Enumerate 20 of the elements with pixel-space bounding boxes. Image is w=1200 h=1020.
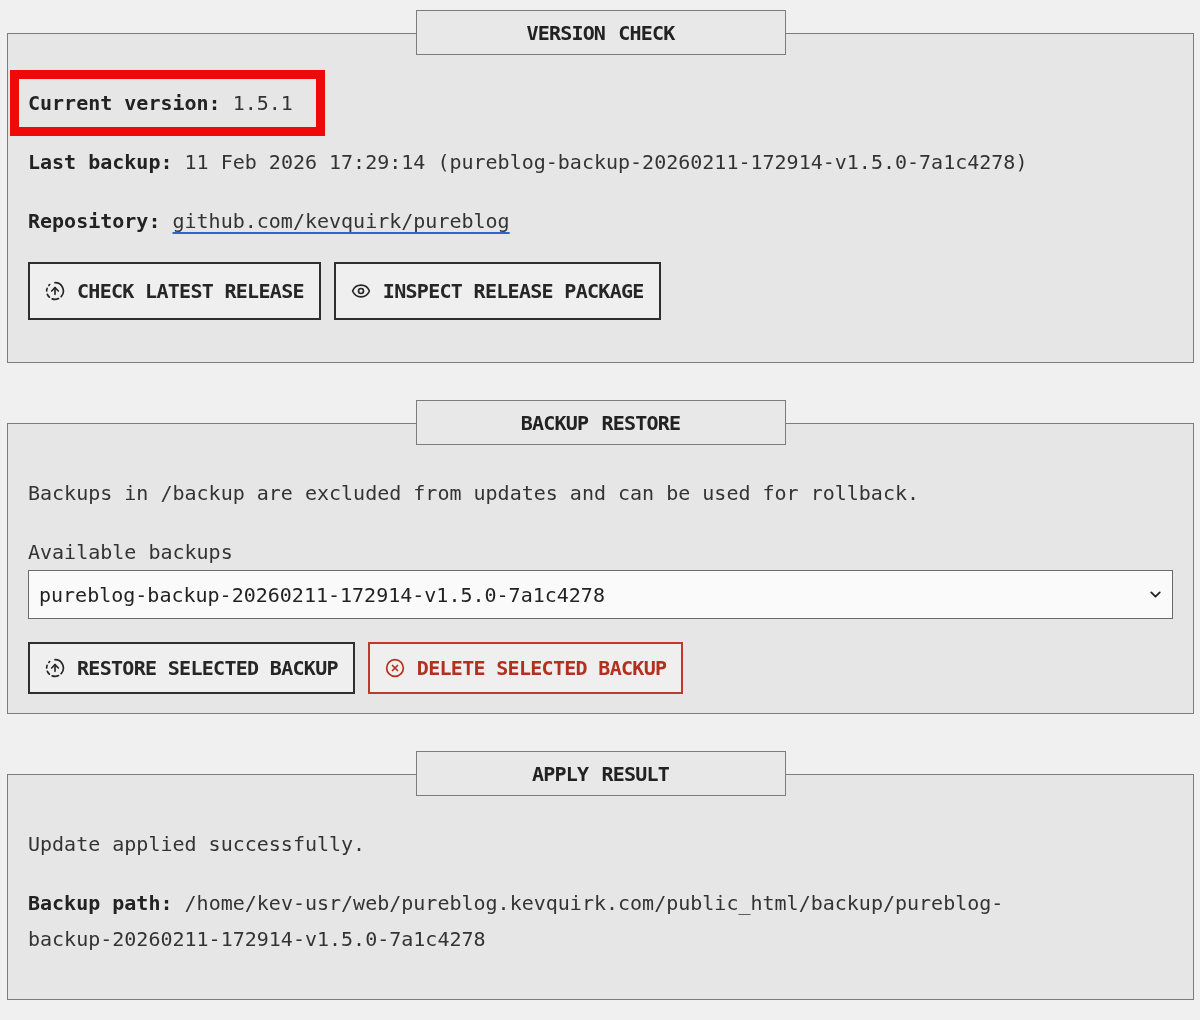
inspect-package-button[interactable]: INSPECT RELEASE PACKAGE	[333, 262, 661, 320]
restore-backup-button[interactable]: RESTORE SELECTED BACKUP	[28, 642, 355, 694]
backup-select[interactable]: pureblog-backup-20260211-172914-v1.5.0-7a1c4278	[28, 570, 1173, 619]
paragraph-text: Backups in /backup are excluded from updates and can be used for rollback.	[28, 481, 920, 505]
circle-x-icon	[384, 658, 405, 678]
delete-backup-button[interactable]: DELETE SELECTED BACKUP	[367, 642, 684, 694]
repository-link[interactable]: github.com/kevquirk/pureblog	[172, 209, 510, 233]
field-label: Repository:	[28, 209, 161, 233]
field-text: Last backup: 11 Feb 2026 17:29:14 (pureblog-backup-20260211-172914-v1.5.0-7a1c4278)	[28, 150, 1028, 174]
field-text: Current version: 1.5.1	[28, 91, 293, 115]
circle-arrow-up-icon	[45, 658, 65, 678]
eye-icon	[350, 281, 371, 301]
check-release-button[interactable]: CHECK LATEST RELEASE	[28, 262, 321, 320]
circle-arrow-up-icon	[45, 281, 65, 301]
section-title: VERSION CHECK	[415, 10, 786, 55]
section-title: BACKUP RESTORE	[415, 400, 786, 445]
section-title: APPLY RESULT	[415, 751, 786, 796]
paragraph-text: Update applied successfully.	[28, 832, 366, 856]
field-text: Backup path: /home/kev-usr/web/pureblog.kevquirk.com/public_html/backup/pureblog-backup-20260211-172914-v1.5.0-7a1c4278	[28, 891, 1004, 951]
select-label: Available backups	[28, 539, 234, 566]
